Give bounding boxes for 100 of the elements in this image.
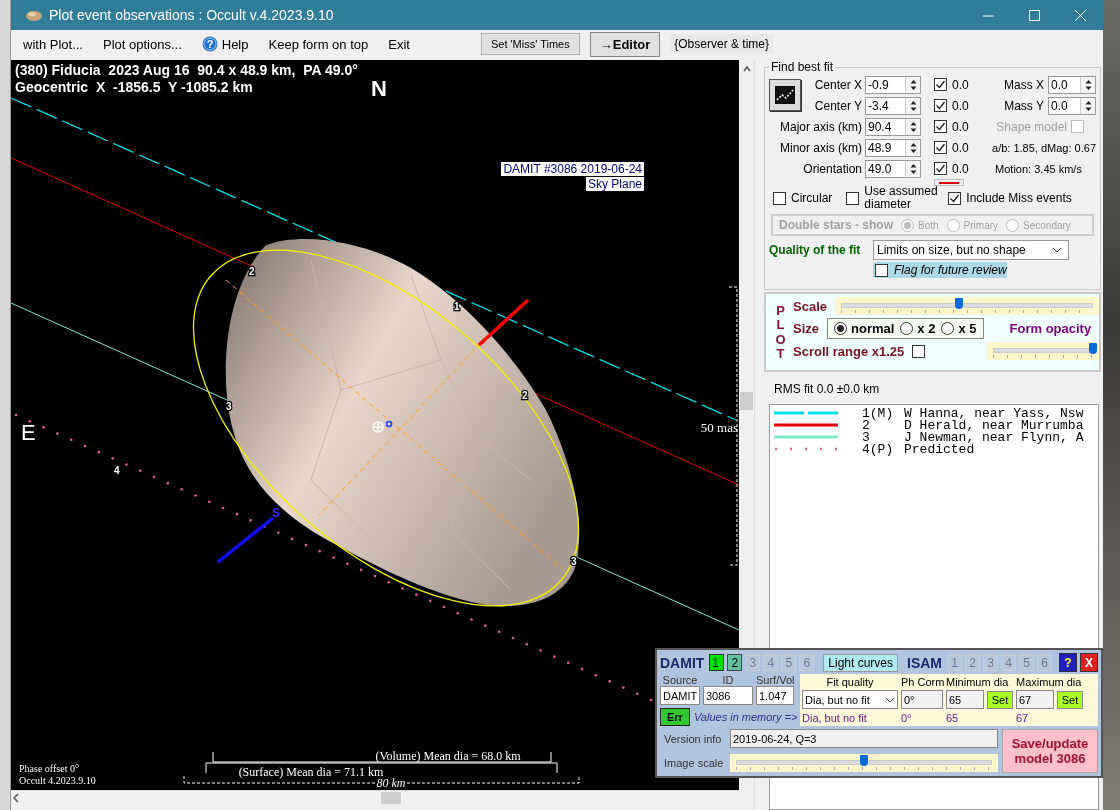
version-info-label: Version info bbox=[663, 732, 723, 745]
checkbox[interactable] bbox=[773, 191, 786, 205]
radio-button[interactable] bbox=[834, 322, 847, 335]
chevron-down-icon[interactable] bbox=[1052, 247, 1062, 253]
menu-item[interactable]: with Plot... bbox=[15, 33, 91, 55]
fit-quality-dropdown[interactable]: Dia, but no fit bbox=[802, 690, 898, 710]
checkbox[interactable] bbox=[948, 191, 962, 205]
form-opacity-label: Form opacity bbox=[1009, 321, 1092, 336]
model-number-button[interactable]: 2 bbox=[727, 654, 743, 671]
help-icon: ? bbox=[201, 36, 218, 52]
ratio-text: a/b: 1.85, dMag: 0.67 bbox=[992, 141, 1096, 154]
chord-number-label: 4 bbox=[114, 465, 120, 476]
isam-title: ISAM bbox=[907, 654, 943, 671]
parameter-label: Orientation bbox=[802, 161, 862, 176]
scrollbar-thumb[interactable] bbox=[740, 392, 753, 410]
version-label: Occult 4.2023.9.10 bbox=[19, 775, 96, 786]
memory-value: 67 bbox=[1016, 711, 1030, 724]
radio-label: Both bbox=[918, 219, 939, 231]
source-field[interactable]: 3086 bbox=[703, 686, 753, 705]
center-point bbox=[385, 420, 393, 428]
uncertainty-value: 0.0 bbox=[952, 119, 969, 134]
radio-button[interactable] bbox=[900, 322, 914, 335]
north-label: N bbox=[371, 76, 387, 101]
surface-mean-label: (Surface) Mean dia = 71.1 km bbox=[238, 765, 384, 779]
save-update-button[interactable]: Save/update model 3086 bbox=[1002, 729, 1098, 773]
maximum-dia-field[interactable]: 67 bbox=[1016, 690, 1054, 710]
checkbox[interactable] bbox=[912, 344, 926, 358]
phase-offset-label: Phase offset 0° bbox=[19, 763, 79, 774]
checkbox[interactable] bbox=[846, 191, 860, 205]
fit-chart-icon[interactable] bbox=[769, 79, 801, 111]
uncertainty-value: 0.0 bbox=[952, 140, 969, 155]
menu-item[interactable]: Keep form on top bbox=[260, 33, 377, 55]
checkbox[interactable] bbox=[934, 120, 947, 133]
number-spin-field[interactable]: -3.4 bbox=[865, 96, 921, 115]
set-button[interactable]: Set bbox=[987, 691, 1013, 709]
spin-arrows-icon[interactable] bbox=[909, 120, 917, 133]
editor-button[interactable]: →Editor bbox=[589, 31, 661, 57]
miss-marker-line bbox=[477, 298, 530, 347]
quality-dropdown[interactable]: Limits on size, but no shape bbox=[873, 240, 1069, 260]
number-spin-field[interactable]: 49.0 bbox=[865, 159, 921, 178]
menu-item[interactable]: Plot options... bbox=[94, 33, 190, 55]
menu-item[interactable]: Exit bbox=[380, 33, 418, 55]
slider-thumb[interactable] bbox=[860, 755, 868, 766]
damit-title: DAMIT bbox=[660, 654, 705, 671]
spin-arrows-icon[interactable] bbox=[909, 141, 917, 154]
uncertainty-value: 0.0 bbox=[952, 161, 969, 176]
flag-label: Flag for future review bbox=[894, 263, 1007, 277]
radio-label: Primary bbox=[963, 219, 999, 231]
double-stars-label: Double stars - show bbox=[779, 218, 894, 232]
set-miss-times-button[interactable]: Set 'Miss' Times bbox=[480, 33, 580, 55]
checkbox[interactable] bbox=[934, 141, 947, 154]
chevron-down-icon[interactable] bbox=[885, 697, 895, 703]
set-button[interactable]: Set bbox=[1057, 691, 1083, 709]
spin-arrows-icon[interactable] bbox=[909, 78, 917, 91]
checkbox[interactable] bbox=[934, 78, 947, 91]
column-header: Minimum dia bbox=[946, 676, 1010, 689]
light-curves-button[interactable]: Light curves bbox=[823, 653, 899, 672]
spin-arrows-icon[interactable] bbox=[1084, 99, 1092, 112]
line-color-swatch[interactable] bbox=[934, 179, 964, 186]
spin-arrows-icon[interactable] bbox=[909, 99, 917, 112]
number-spin-field[interactable]: -0.9 bbox=[865, 75, 921, 94]
scrollbar-thumb[interactable] bbox=[381, 792, 401, 804]
version-info-field[interactable]: 2019-06-24, Q=3 bbox=[730, 729, 998, 748]
checkbox[interactable] bbox=[934, 162, 947, 175]
number-spin-field[interactable]: 0.0 bbox=[1048, 96, 1096, 115]
close-button[interactable]: X bbox=[1080, 653, 1098, 672]
radio-label: normal bbox=[851, 321, 895, 336]
crosshair-icon bbox=[372, 421, 384, 433]
scroll-range-label: Scroll range x1.25 bbox=[793, 343, 905, 359]
source-field[interactable]: 1.047 bbox=[756, 686, 794, 705]
opacity-slider[interactable] bbox=[987, 342, 1099, 360]
model-number-button[interactable]: 1 bbox=[709, 654, 725, 671]
checkbox[interactable] bbox=[934, 99, 947, 112]
radio-button[interactable] bbox=[941, 322, 955, 335]
spin-arrows-icon[interactable] bbox=[909, 162, 917, 175]
column-header: Maximum dia bbox=[1016, 676, 1083, 689]
radio-label: Secondary bbox=[1023, 219, 1071, 231]
spin-arrows-icon[interactable] bbox=[1084, 78, 1092, 91]
slider-thumb[interactable] bbox=[1089, 343, 1097, 354]
menu-item[interactable]: ? Help bbox=[193, 33, 257, 55]
mass-y-label: Mass Y bbox=[1004, 98, 1044, 113]
caret-up-icon[interactable] bbox=[741, 64, 752, 74]
minimum-dia-field[interactable]: 65 bbox=[946, 690, 984, 710]
number-spin-field[interactable]: 48.9 bbox=[865, 138, 921, 157]
image-scale-slider[interactable] bbox=[730, 754, 998, 772]
option-label: Include Miss events bbox=[966, 191, 1072, 205]
slider-thumb[interactable] bbox=[955, 298, 964, 309]
number-spin-field[interactable]: 0.0 bbox=[1048, 75, 1096, 94]
quality-label: Quality of the fit bbox=[769, 243, 862, 257]
number-spin-field[interactable]: 90.4 bbox=[865, 117, 921, 136]
column-header: Surf/Vol bbox=[756, 674, 794, 686]
err-button[interactable]: Err bbox=[660, 708, 690, 726]
scale-slider[interactable] bbox=[835, 297, 1099, 315]
phase-correction-field[interactable]: 0° bbox=[901, 690, 943, 710]
chord-number-label: 2 bbox=[249, 266, 255, 277]
source-field[interactable]: DAMIT bbox=[660, 686, 700, 705]
help-button[interactable]: ? bbox=[1059, 653, 1077, 672]
shape-model-label: Shape model bbox=[996, 119, 1067, 134]
image-scale-label: Image scale bbox=[663, 757, 725, 769]
checkbox[interactable] bbox=[875, 263, 888, 277]
